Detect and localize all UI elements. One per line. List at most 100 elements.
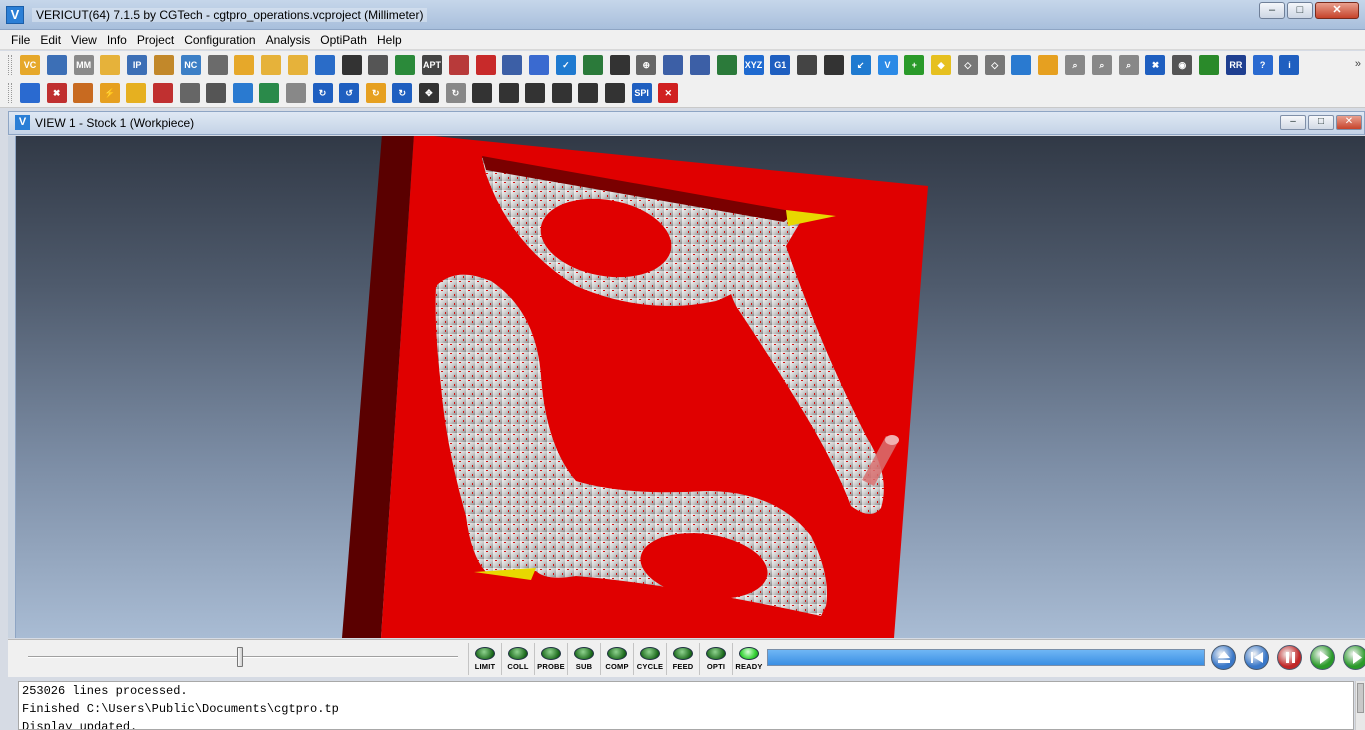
save-3-icon[interactable] <box>689 54 710 75</box>
menu-project[interactable]: Project <box>132 33 179 47</box>
settings-doc-icon[interactable] <box>20 82 40 103</box>
play-to-end-button[interactable] <box>1343 645 1365 670</box>
menu-help[interactable]: Help <box>372 33 407 47</box>
info-icon[interactable]: i <box>1279 54 1300 75</box>
rotate-y-icon[interactable]: ↺ <box>339 82 360 103</box>
layout-hsplit-icon[interactable] <box>525 82 546 103</box>
apt-icon[interactable]: APT <box>421 54 442 75</box>
rotate-icon[interactable]: ↻ <box>365 82 386 103</box>
cube-icon[interactable] <box>126 82 147 103</box>
tool-manager-icon[interactable] <box>314 54 335 75</box>
diamond-outline-icon[interactable]: ◇ <box>957 54 978 75</box>
machine-2-icon[interactable] <box>206 82 227 103</box>
pan-icon[interactable]: ✥ <box>418 82 439 103</box>
machine-icon[interactable] <box>368 54 389 75</box>
vericut-icon[interactable]: V <box>877 54 898 75</box>
structure-icon[interactable] <box>395 54 416 75</box>
color-cube-icon[interactable] <box>1011 54 1032 75</box>
layout-four-icon[interactable] <box>605 82 626 103</box>
rotate-z-icon[interactable]: ↻ <box>392 82 413 103</box>
document-icon[interactable] <box>207 54 228 75</box>
xyz-icon[interactable]: XYZ <box>743 54 764 75</box>
rotate-x-icon[interactable]: ↻ <box>312 82 333 103</box>
log-scrollbar-thumb[interactable] <box>1357 683 1364 713</box>
table-icon[interactable] <box>582 54 603 75</box>
speed-slider-thumb[interactable] <box>237 647 243 667</box>
layout-vsplit-icon[interactable] <box>498 82 519 103</box>
view-minimize-button[interactable]: – <box>1280 115 1306 130</box>
add-green-icon[interactable]: + <box>904 54 925 75</box>
eye-icon[interactable]: ◉ <box>1172 54 1193 75</box>
rewind-button[interactable] <box>1244 645 1269 670</box>
log-scrollbar[interactable] <box>1355 681 1365 730</box>
check-shield-icon[interactable]: ✓ <box>555 54 576 75</box>
menu-info[interactable]: Info <box>102 33 132 47</box>
target-icon[interactable]: ⊕ <box>636 54 657 75</box>
layout-single-icon[interactable] <box>472 82 493 103</box>
zoom-out-icon[interactable]: ⌕ <box>1118 54 1139 75</box>
menu-view[interactable]: View <box>66 33 102 47</box>
toolbar-overflow-icon[interactable]: » <box>1355 58 1361 70</box>
globe-icon[interactable] <box>529 54 550 75</box>
save-project-icon[interactable] <box>46 54 67 75</box>
menu-analysis[interactable]: Analysis <box>261 33 316 47</box>
sphere-icon[interactable] <box>475 54 496 75</box>
toolbar-grip[interactable] <box>8 82 12 103</box>
zoom-icon[interactable]: ⌕ <box>1065 54 1086 75</box>
spin-icon[interactable]: ↻ <box>445 82 466 103</box>
tree-icon[interactable] <box>716 54 737 75</box>
rr-icon[interactable]: RR <box>1225 54 1246 75</box>
view-restore-button[interactable]: □ <box>1308 115 1334 130</box>
view-close-button[interactable]: ✕ <box>1336 115 1362 130</box>
speed-slider-track[interactable] <box>28 656 458 658</box>
maximize-button[interactable]: □ <box>1287 2 1313 19</box>
printer-icon[interactable] <box>285 82 306 103</box>
save-as-icon[interactable] <box>234 54 255 75</box>
zoom-in-icon[interactable]: ⌕ <box>1091 54 1112 75</box>
list-icon[interactable] <box>797 54 818 75</box>
open-folder-icon[interactable] <box>100 54 121 75</box>
save-2-icon[interactable] <box>663 54 684 75</box>
report-icon[interactable] <box>448 54 469 75</box>
spi-icon[interactable]: SPI <box>631 82 652 103</box>
arrows-icon[interactable] <box>232 82 253 103</box>
open-project-icon[interactable]: VC <box>20 54 40 75</box>
tool-path-icon[interactable] <box>179 82 200 103</box>
import-icon[interactable] <box>153 54 174 75</box>
diamond-icon[interactable]: ◆ <box>931 54 952 75</box>
menu-optipath[interactable]: OptiPath <box>315 33 372 47</box>
delete-doc-icon[interactable]: ✖ <box>46 82 67 103</box>
toolbar-grip[interactable] <box>8 54 12 75</box>
chart-icon[interactable] <box>259 82 280 103</box>
menu-file[interactable]: File <box>6 33 35 47</box>
g1-icon[interactable]: G1 <box>770 54 791 75</box>
save-mm-icon[interactable]: MM <box>73 54 94 75</box>
help-doc-icon[interactable]: ? <box>1252 54 1273 75</box>
model-icon[interactable] <box>152 82 173 103</box>
eject-button[interactable] <box>1211 645 1236 670</box>
close-button[interactable]: ✕ <box>1315 2 1359 19</box>
3d-viewport[interactable] <box>16 136 1365 638</box>
menu-configuration[interactable]: Configuration <box>179 33 260 47</box>
menu-edit[interactable]: Edit <box>35 33 66 47</box>
nc-program-icon[interactable]: NC <box>180 54 201 75</box>
save-disk-icon[interactable] <box>502 54 523 75</box>
lightning-icon[interactable]: ⚡ <box>99 82 120 103</box>
layout-three-2-icon[interactable] <box>578 82 599 103</box>
open-file-icon[interactable] <box>261 54 282 75</box>
stock-icon[interactable] <box>73 82 94 103</box>
axis-icon[interactable] <box>609 54 630 75</box>
minimize-button[interactable]: – <box>1259 2 1285 19</box>
diamond-2-icon[interactable]: ◇ <box>984 54 1005 75</box>
fit-icon[interactable]: ✖ <box>1145 54 1166 75</box>
save-ip-icon[interactable]: IP <box>127 54 148 75</box>
grid-list-icon[interactable] <box>823 54 844 75</box>
palette-icon[interactable] <box>1038 54 1059 75</box>
probe-icon[interactable] <box>1199 54 1220 75</box>
export-icon[interactable] <box>341 54 362 75</box>
play-button[interactable] <box>1310 645 1335 670</box>
arrow-in-icon[interactable]: ↙ <box>850 54 871 75</box>
open-folder-2-icon[interactable] <box>287 54 308 75</box>
layout-three-icon[interactable] <box>551 82 572 103</box>
stop-button[interactable] <box>1277 645 1302 670</box>
